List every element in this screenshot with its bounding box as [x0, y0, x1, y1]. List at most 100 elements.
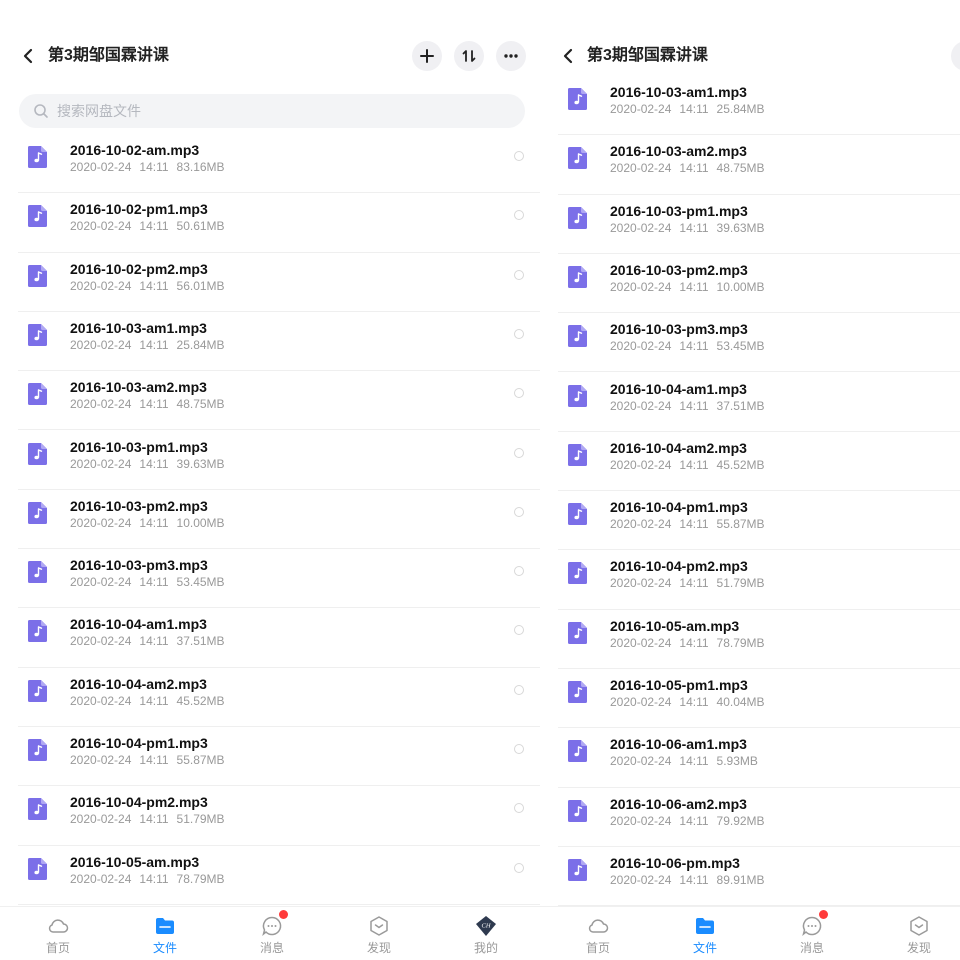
file-row[interactable]: 2016-10-04-am2.mp3 2020-02-24 14:11 45.52MB: [558, 432, 960, 492]
file-row[interactable]: 2016-10-04-pm2.mp3 2020-02-24 14:11 51.79MB: [558, 550, 960, 610]
back-arrow-icon[interactable]: [558, 42, 580, 70]
select-radio[interactable]: [514, 269, 524, 280]
file-row[interactable]: 2016-10-04-am1.mp3 2020-02-24 14:11 37.51MB: [18, 608, 540, 668]
file-size: 83.16MB: [176, 160, 225, 174]
select-radio[interactable]: [514, 506, 524, 517]
tab-avatar[interactable]: CH 我的: [456, 915, 516, 960]
file-meta: 2020-02-24 14:11 50.61MB: [70, 219, 233, 233]
file-time: 14:11: [139, 397, 169, 412]
file-date: 2020-02-24: [70, 634, 132, 649]
file-date: 2020-02-24: [70, 812, 132, 827]
file-time: 14:11: [679, 872, 709, 887]
file-time: 14:11: [679, 517, 709, 532]
file-name: 2016-10-04-pm2.mp3: [610, 558, 748, 575]
file-date: 2020-02-24: [70, 337, 132, 352]
add-button[interactable]: [412, 41, 442, 71]
file-date: 2020-02-24: [610, 695, 672, 709]
tab-folder[interactable]: 文件: [675, 915, 735, 960]
select-radio[interactable]: [514, 684, 524, 695]
file-row[interactable]: 2016-10-03-am2.mp3 2020-02-24 14:11 48.75MB: [18, 371, 540, 431]
search-input[interactable]: 搜索网盘文件: [19, 94, 525, 128]
file-meta: 2020-02-24 14:11 39.63MB: [70, 457, 233, 471]
select-radio[interactable]: [514, 566, 524, 577]
file-size: 5.93MB: [716, 754, 758, 769]
file-row[interactable]: 2016-10-04-pm1.mp3 2020-02-24 14:11 55.87MB: [18, 727, 540, 787]
file-row[interactable]: 2016-10-06-pm.mp3 2020-02-24 14:11 89.91MB: [558, 847, 960, 907]
tab-folder[interactable]: 文件: [135, 915, 195, 960]
file-size: 53.45MB: [176, 575, 225, 590]
sort-button[interactable]: [454, 41, 484, 71]
file-row[interactable]: 2016-10-03-pm1.mp3 2020-02-24 14:11 39.63MB: [558, 195, 960, 254]
file-name: 2016-10-02-am.mp3: [70, 142, 200, 158]
tab-discover[interactable]: 发现: [349, 915, 409, 960]
file-meta: 2020-02-24 14:11 25.84MB: [610, 102, 773, 116]
file-name: 2016-10-04-pm1.mp3: [610, 499, 748, 516]
select-radio[interactable]: [514, 625, 524, 636]
select-radio[interactable]: [514, 328, 524, 339]
file-time: 14:11: [679, 279, 709, 294]
page-title: 第3期邹国霖讲课: [587, 47, 708, 64]
file-row[interactable]: 2016-10-03-am1.mp3 2020-02-24 14:11 25.84MB: [558, 76, 960, 136]
file-size: 45.52MB: [176, 693, 225, 708]
file-meta: 2020-02-24 14:11 45.52MB: [70, 694, 233, 708]
file-date: 2020-02-24: [70, 278, 132, 293]
file-name: 2016-10-04-pm2.mp3: [70, 794, 208, 811]
file-row[interactable]: 2016-10-03-pm3.mp3 2020-02-24 14:11 53.45MB: [558, 313, 960, 373]
audio-file-icon: [568, 265, 587, 288]
back-arrow-icon[interactable]: [18, 42, 40, 70]
audio-file-icon: [568, 88, 587, 110]
select-radio[interactable]: [514, 151, 524, 161]
audio-file-icon: [568, 384, 587, 407]
file-row[interactable]: 2016-10-03-am1.mp3 2020-02-24 14:11 25.84MB: [18, 312, 540, 372]
file-row[interactable]: 2016-10-04-am1.mp3 2020-02-24 14:11 37.51MB: [558, 373, 960, 432]
select-radio[interactable]: [514, 803, 524, 814]
audio-file-icon: [568, 443, 587, 466]
file-row[interactable]: 2016-10-05-am.mp3 2020-02-24 14:11 78.79MB: [558, 610, 960, 669]
file-meta: 2020-02-24 14:11 10.00MB: [70, 516, 233, 530]
file-row[interactable]: 2016-10-02-pm2.mp3 2020-02-24 14:11 56.01MB: [18, 253, 540, 312]
file-row[interactable]: 2016-10-03-pm2.mp3 2020-02-24 14:11 10.00MB: [18, 490, 540, 550]
audio-file-icon: [28, 264, 47, 287]
audio-file-icon: [28, 620, 47, 643]
select-radio[interactable]: [514, 744, 524, 754]
file-row[interactable]: 2016-10-03-pm3.mp3 2020-02-24 14:11 53.45MB: [18, 549, 540, 609]
file-meta: 2020-02-24 14:11 48.75MB: [70, 397, 233, 411]
plus-icon: [420, 49, 434, 63]
file-row[interactable]: 2016-10-03-pm2.mp3 2020-02-24 14:11 10.00MB: [558, 254, 960, 314]
tab-cloud[interactable]: 首页: [28, 915, 88, 960]
file-row[interactable]: 2016-10-06-am1.mp3 2020-02-24 14:11 5.93MB: [558, 728, 960, 788]
more-button[interactable]: [496, 41, 526, 71]
file-row[interactable]: 2016-10-04-pm2.mp3 2020-02-24 14:11 51.79MB: [18, 786, 540, 846]
file-time: 14:11: [679, 398, 709, 413]
file-size: 39.63MB: [176, 456, 225, 471]
file-row[interactable]: 2016-10-05-pm1.mp3 2020-02-24 14:11 40.04MB: [558, 669, 960, 729]
select-radio[interactable]: [514, 388, 524, 399]
select-radio[interactable]: [514, 447, 524, 458]
audio-file-icon: [568, 503, 587, 526]
file-name: 2016-10-05-am.mp3: [610, 617, 740, 634]
tab-chat[interactable]: 消息: [782, 910, 842, 960]
tab-cloud[interactable]: 首页: [568, 915, 628, 960]
select-radio[interactable]: [514, 862, 524, 873]
row-divider: [18, 903, 540, 905]
file-row[interactable]: 2016-10-04-am2.mp3 2020-02-24 14:11 45.52MB: [18, 668, 540, 727]
file-meta: 2020-02-24 14:11 39.63MB: [610, 221, 773, 235]
cloud-icon: [588, 919, 609, 933]
file-row[interactable]: 2016-10-03-am2.mp3 2020-02-24 14:11 48.75MB: [558, 135, 960, 195]
file-row[interactable]: 2016-10-02-pm1.mp3 2020-02-24 14:11 50.61MB: [18, 193, 540, 253]
file-row[interactable]: 2016-10-04-pm1.mp3 2020-02-24 14:11 55.87MB: [558, 491, 960, 551]
file-row[interactable]: 2016-10-06-am2.mp3 2020-02-24 14:11 79.92MB: [558, 788, 960, 847]
file-name: 2016-10-04-am1.mp3: [610, 380, 747, 397]
tab-discover[interactable]: 发现: [889, 915, 949, 960]
file-meta: 2020-02-24 14:11 10.00MB: [610, 280, 773, 294]
file-name: 2016-10-04-am2.mp3: [70, 675, 207, 692]
file-time: 14:11: [139, 337, 169, 352]
file-row[interactable]: 2016-10-05-am.mp3 2020-02-24 14:11 78.79MB: [18, 846, 540, 905]
file-name: 2016-10-03-pm1.mp3: [70, 438, 208, 455]
tab-chat[interactable]: 消息: [242, 910, 302, 960]
select-radio[interactable]: [514, 210, 524, 221]
audio-file-icon: [568, 562, 587, 585]
add-button[interactable]: [951, 41, 960, 71]
file-row[interactable]: 2016-10-03-pm1.mp3 2020-02-24 14:11 39.63MB: [18, 431, 540, 490]
file-row[interactable]: 2016-10-02-am.mp3 2020-02-24 14:11 83.16MB: [18, 134, 540, 194]
